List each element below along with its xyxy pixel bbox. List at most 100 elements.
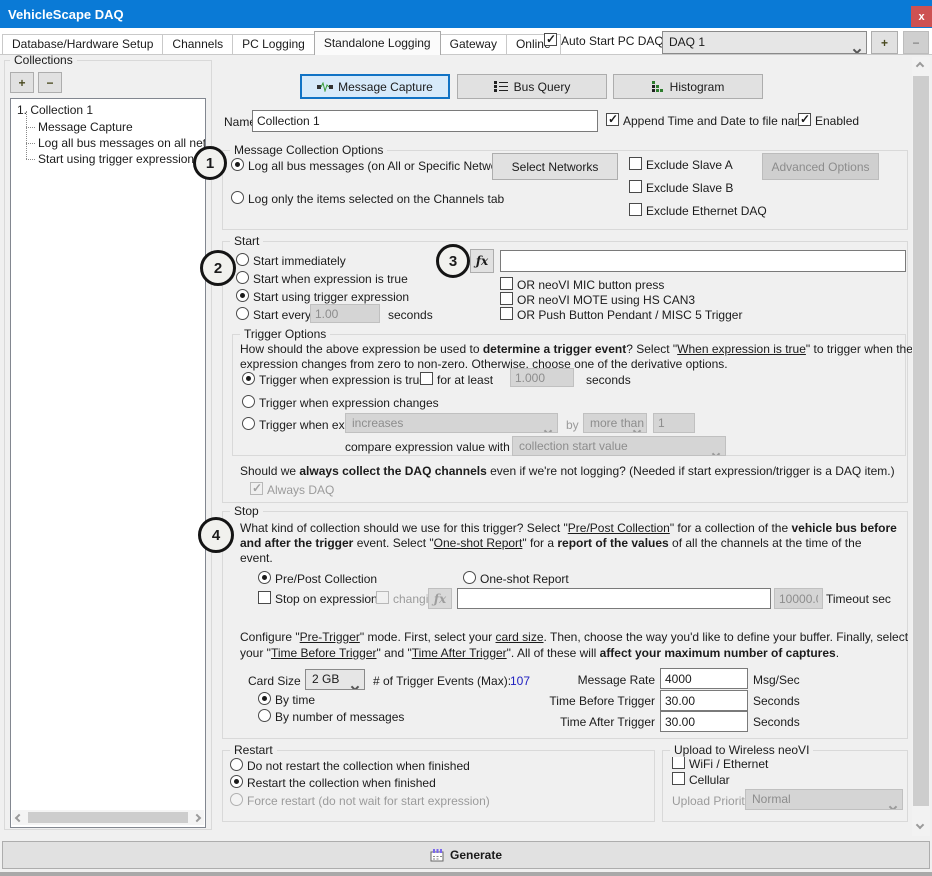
- main-scrollbar-thumb[interactable]: [913, 76, 929, 806]
- by-time-radio[interactable]: [258, 692, 271, 705]
- pre-post-collection-radio[interactable]: [258, 571, 271, 584]
- start-immediately-radio[interactable]: [236, 253, 249, 266]
- collection-name-input[interactable]: [252, 110, 598, 132]
- remove-collection-button[interactable]: −: [38, 72, 62, 93]
- daq-selector-value: DAQ 1: [669, 35, 705, 49]
- exclude-ethernet-daq-checkbox[interactable]: [629, 203, 642, 216]
- tab-database-hardware-setup[interactable]: Database/Hardware Setup: [2, 34, 163, 54]
- message-capture-button[interactable]: Message Capture: [300, 74, 450, 99]
- start-immediately-label: Start immediately: [253, 254, 346, 268]
- by-amount-input: [653, 413, 695, 433]
- generate-button[interactable]: Generate: [2, 841, 930, 869]
- derivative-direction-dropdown: increases: [345, 413, 558, 433]
- start-every-radio[interactable]: [236, 307, 249, 320]
- scroll-down-icon[interactable]: [916, 821, 924, 829]
- tab-standalone-logging[interactable]: Standalone Logging: [314, 31, 441, 55]
- cellular-label: Cellular: [689, 773, 730, 787]
- message-rate-unit: Msg/Sec: [753, 673, 800, 687]
- time-after-trigger-input[interactable]: [660, 711, 748, 732]
- desc-text: Should we: [240, 464, 299, 478]
- scroll-left-icon[interactable]: [15, 814, 23, 822]
- chevron-down-icon: [713, 444, 719, 456]
- daq-selector-dropdown[interactable]: DAQ 1: [662, 31, 867, 54]
- desc-text: event. Select ": [353, 536, 433, 550]
- tree-item-log-all-bus-messages[interactable]: Log all bus messages on all networks: [24, 135, 205, 151]
- tab-channels[interactable]: Channels: [162, 34, 233, 54]
- trigger-when-true-label: Trigger when expression is true: [259, 373, 426, 387]
- minus-icon: −: [912, 36, 919, 50]
- exclude-slave-a-label: Exclude Slave A: [646, 158, 733, 172]
- one-shot-report-radio[interactable]: [463, 571, 476, 584]
- vehiclescape-daq-window: VehicleScape DAQ x Database/Hardware Set…: [0, 0, 932, 876]
- stop-on-expression-label: Stop on expression: [275, 592, 378, 606]
- exclude-slave-b-checkbox[interactable]: [629, 180, 642, 193]
- card-size-dropdown[interactable]: 2 GB: [305, 669, 365, 690]
- derivative-direction-value: increases: [352, 416, 403, 430]
- enabled-checkbox[interactable]: [798, 113, 811, 126]
- always-daq-question: Should we always collect the DAQ channel…: [240, 464, 895, 478]
- tree-item-start-using-trigger[interactable]: Start using trigger expression: [24, 151, 205, 167]
- fx-icon: ƒx: [476, 254, 488, 268]
- trigger-when-changes-radio[interactable]: [242, 395, 255, 408]
- wifi-ethernet-checkbox[interactable]: [672, 756, 685, 769]
- start-expression-input[interactable]: [500, 250, 906, 272]
- generate-label: Generate: [450, 848, 502, 862]
- tree-scrollbar-thumb[interactable]: [28, 812, 188, 823]
- log-all-bus-messages-radio[interactable]: [231, 158, 244, 171]
- do-not-restart-radio[interactable]: [230, 758, 243, 771]
- select-networks-button[interactable]: Select Networks: [492, 153, 618, 180]
- tab-gateway[interactable]: Gateway: [440, 34, 507, 54]
- remove-daq-button: −: [903, 31, 929, 54]
- time-before-trigger-unit: Seconds: [753, 694, 800, 708]
- stop-expression-input[interactable]: [457, 588, 771, 609]
- or-push-button-label: OR Push Button Pendant / MISC 5 Trigger: [517, 308, 742, 322]
- for-at-least-seconds-input: [510, 368, 574, 387]
- time-before-trigger-input[interactable]: [660, 690, 748, 711]
- stop-group-label: Stop: [230, 505, 263, 518]
- window-bottom-edge: [0, 872, 932, 876]
- or-neovi-mic-label: OR neoVI MIC button press: [517, 278, 664, 292]
- close-button[interactable]: x: [911, 6, 932, 27]
- trigger-when-expression-radio[interactable]: [242, 417, 255, 430]
- restart-group-label: Restart: [230, 744, 277, 757]
- changing-checkbox: [376, 591, 389, 604]
- or-neovi-mote-checkbox[interactable]: [500, 292, 513, 305]
- desc-text: " for a: [522, 536, 557, 550]
- desc-bold: report of the values: [557, 536, 668, 550]
- by-time-label: By time: [275, 693, 315, 707]
- tab-pc-logging[interactable]: PC Logging: [232, 34, 315, 54]
- add-daq-button[interactable]: +: [871, 31, 898, 54]
- or-neovi-mic-checkbox[interactable]: [500, 277, 513, 290]
- for-at-least-checkbox[interactable]: [420, 372, 433, 385]
- scroll-up-icon[interactable]: [916, 62, 924, 70]
- trigger-when-true-radio[interactable]: [242, 372, 255, 385]
- by-number-of-messages-radio[interactable]: [258, 709, 271, 722]
- main-vertical-scrollbar[interactable]: [912, 57, 930, 836]
- histogram-button[interactable]: Histogram: [613, 74, 763, 99]
- tree-item-collection-1[interactable]: 1. Collection 1: [11, 99, 205, 119]
- auto-start-pc-daq-checkbox[interactable]: [544, 33, 557, 46]
- start-when-expression-radio[interactable]: [236, 271, 249, 284]
- desc-underline: Pre-Trigger: [300, 630, 360, 644]
- upload-group-label: Upload to Wireless neoVI: [670, 744, 813, 757]
- scroll-right-icon[interactable]: [193, 814, 201, 822]
- desc-underline: Pre/Post Collection: [568, 521, 670, 535]
- pre-post-collection-label: Pre/Post Collection: [275, 572, 377, 586]
- cellular-checkbox[interactable]: [672, 772, 685, 785]
- start-using-trigger-radio[interactable]: [236, 289, 249, 302]
- message-rate-input[interactable]: [660, 668, 748, 689]
- enabled-label: Enabled: [815, 114, 859, 128]
- tree-horizontal-scrollbar[interactable]: [12, 810, 204, 825]
- add-collection-button[interactable]: +: [10, 72, 34, 93]
- fx-expression-button[interactable]: ƒx: [470, 249, 494, 273]
- log-only-selected-radio[interactable]: [231, 191, 244, 204]
- tree-item-message-capture[interactable]: Message Capture: [24, 119, 205, 135]
- title-bar: VehicleScape DAQ: [0, 0, 932, 28]
- stop-on-expression-checkbox[interactable]: [258, 591, 271, 604]
- exclude-slave-a-checkbox[interactable]: [629, 157, 642, 170]
- bus-query-button[interactable]: Bus Query: [457, 74, 607, 99]
- desc-text: ? Select ": [626, 342, 677, 356]
- or-push-button-checkbox[interactable]: [500, 307, 513, 320]
- append-time-date-checkbox[interactable]: [606, 113, 619, 126]
- restart-when-finished-radio[interactable]: [230, 775, 243, 788]
